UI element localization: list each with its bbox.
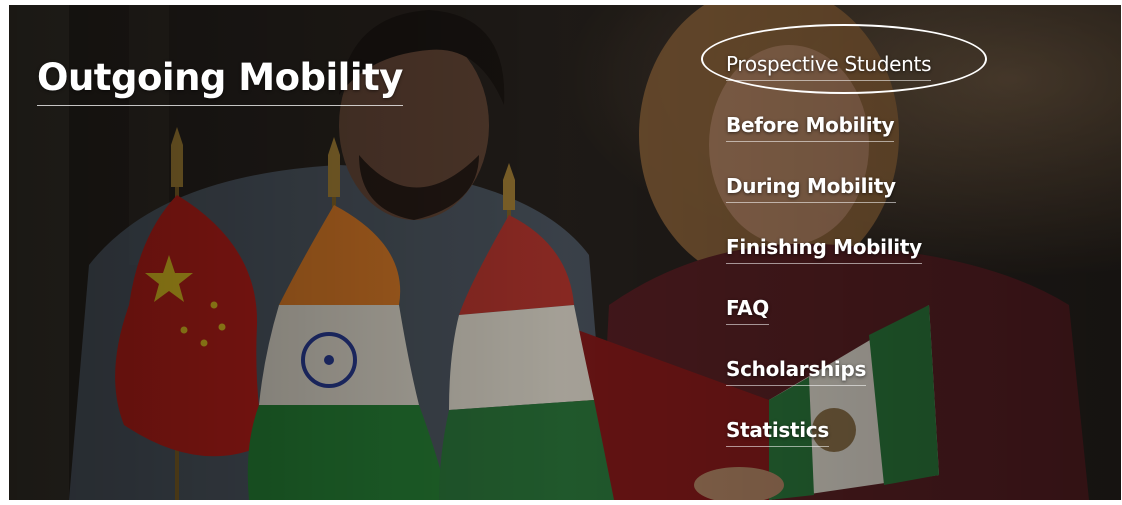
nav-item-before-mobility: Before Mobility [726,113,931,174]
nav-link-faq[interactable]: FAQ [726,296,769,325]
nav-link-finishing-mobility[interactable]: Finishing Mobility [726,235,922,264]
nav-item-scholarships: Scholarships [726,357,931,418]
page-title: Outgoing Mobility [37,56,403,106]
nav-link-before-mobility[interactable]: Before Mobility [726,113,895,142]
nav-item-statistics: Statistics [726,418,931,479]
nav-item-prospective-students: Prospective Students [726,52,932,113]
nav-item-during-mobility: During Mobility [726,174,931,235]
nav-item-finishing-mobility: Finishing Mobility [726,235,931,296]
nav-link-prospective-students[interactable]: Prospective Students [726,52,932,81]
nav-link-statistics[interactable]: Statistics [726,418,829,447]
nav-link-during-mobility[interactable]: During Mobility [726,174,896,203]
nav-item-faq: FAQ [726,296,931,357]
nav-link-scholarships[interactable]: Scholarships [726,357,866,386]
section-nav: Prospective Students Before Mobility Dur… [726,52,932,479]
